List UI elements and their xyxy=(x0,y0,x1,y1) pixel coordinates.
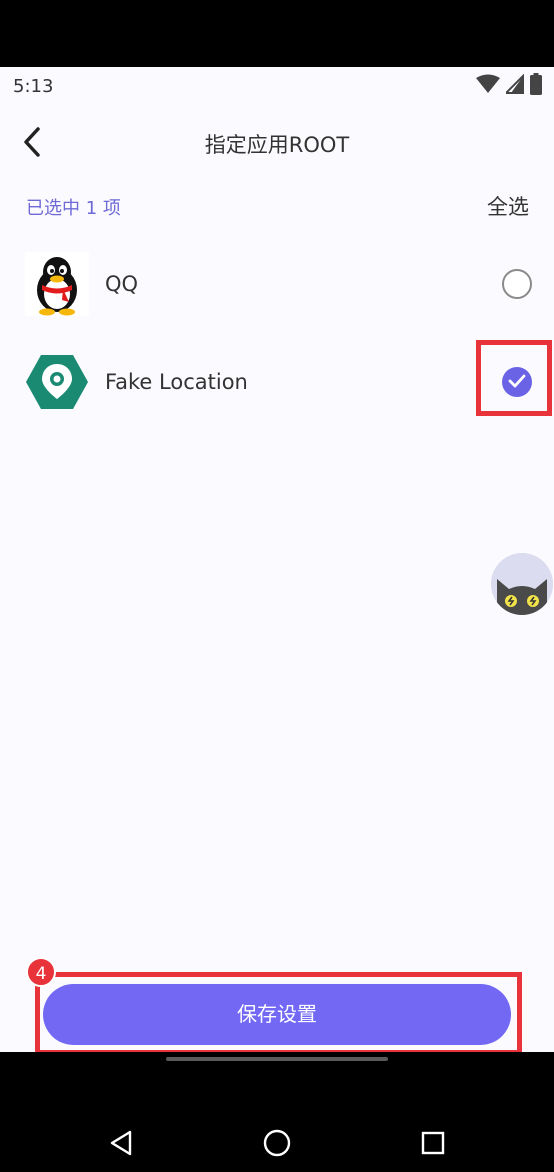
app-name-qq: QQ xyxy=(105,272,139,296)
recents-square-icon xyxy=(421,1131,445,1159)
home-circle-icon xyxy=(263,1129,291,1161)
radio-unchecked-qq[interactable] xyxy=(502,269,532,299)
back-triangle-icon xyxy=(109,1130,133,1160)
app-screen: 5:13 指定应用ROOT 已选中 1 项 全选 QQ Fake Locatio… xyxy=(0,67,554,1055)
system-nav-bar xyxy=(0,1052,554,1172)
cat-face-icon xyxy=(491,553,553,615)
select-all-button[interactable]: 全选 xyxy=(487,191,529,221)
nav-home-button[interactable] xyxy=(260,1128,294,1162)
camera-cutout-area xyxy=(0,0,554,67)
save-settings-button[interactable]: 保存设置 xyxy=(43,984,511,1045)
qq-penguin-icon xyxy=(25,252,89,316)
home-indicator xyxy=(166,1057,388,1061)
app-row-qq[interactable]: QQ xyxy=(0,242,554,326)
status-time: 5:13 xyxy=(13,76,54,97)
battery-icon xyxy=(530,73,542,99)
fake-location-icon xyxy=(25,350,89,414)
signal-icon xyxy=(503,72,525,98)
app-name-fake-location: Fake Location xyxy=(105,370,248,394)
highlight-box-checkbox xyxy=(476,340,552,416)
nav-recents-button[interactable] xyxy=(416,1128,450,1162)
selected-count: 已选中 1 项 xyxy=(26,198,121,219)
status-icons xyxy=(476,72,542,99)
page-title: 指定应用ROOT xyxy=(204,133,350,157)
wifi-icon xyxy=(476,74,500,98)
app-row-fake-location[interactable]: Fake Location xyxy=(0,340,554,424)
floating-cat-button[interactable] xyxy=(491,553,553,615)
nav-back-button[interactable] xyxy=(104,1128,138,1162)
step-badge: 4 xyxy=(26,957,56,987)
